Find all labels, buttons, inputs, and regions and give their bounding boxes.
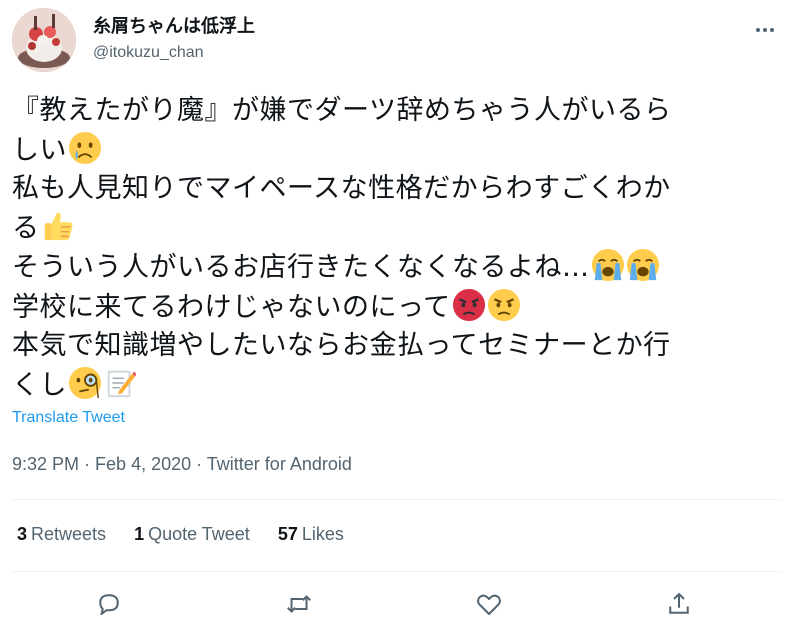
quote-tweets-stat[interactable]: 1 Quote Tweet: [134, 524, 250, 545]
crying-face-icon: [68, 131, 102, 164]
tweet-date[interactable]: Feb 4, 2020: [95, 454, 191, 474]
tweet-line: 『教えたがり魔』が嫌でダーツ辞めちゃう人がいるら: [12, 95, 672, 126]
user-handle[interactable]: @itokuzu_chan: [93, 44, 204, 62]
translate-tweet-link[interactable]: Translate Tweet: [12, 409, 125, 427]
tweet-meta: 9:32 PM · Feb 4, 2020 · Twitter for Andr…: [12, 454, 352, 474]
loudly-crying-face-icon: [591, 248, 624, 282]
tweet-time[interactable]: 9:32 PM: [12, 454, 79, 474]
angry-face-icon: [487, 288, 520, 321]
more-dots-icon[interactable]: [753, 20, 777, 40]
tweet-line: しい: [12, 131, 782, 171]
face-with-monocle-icon: [68, 366, 102, 399]
tweet-text: 『教えたがり魔』が嫌でダーツ辞めちゃう人がいるら しい 私も人見知りでマイペース…: [12, 92, 782, 405]
divider: [12, 499, 781, 500]
avatar[interactable]: [12, 8, 76, 72]
tweet-line: 学校に来てるわけじゃないのにって: [12, 288, 782, 328]
divider: [12, 571, 781, 572]
retweets-stat[interactable]: 3 Retweets: [17, 524, 106, 545]
likes-stat[interactable]: 57 Likes: [278, 524, 344, 545]
reply-icon[interactable]: [94, 589, 124, 619]
loudly-crying-face-icon: [626, 248, 659, 282]
display-name[interactable]: 糸屑ちゃんは低浮上: [93, 12, 255, 38]
tweet-line: る: [12, 209, 782, 249]
tweet-line: くし: [12, 366, 782, 406]
tweet-line: そういう人がいるお店行きたくなくなるよね…: [12, 248, 782, 288]
heart-icon[interactable]: [474, 589, 504, 619]
action-bar: [0, 589, 793, 619]
tweet-line: 私も人見知りでマイペースな性格だからわすごくわか: [12, 173, 671, 204]
retweet-icon[interactable]: [284, 589, 314, 619]
thumbs-up-icon: [44, 212, 72, 240]
tweet-stats: 3 Retweets 1 Quote Tweet 57 Likes: [17, 524, 344, 545]
avatar-image: [12, 8, 76, 72]
memo-icon: [107, 370, 137, 397]
tweet-source[interactable]: Twitter for Android: [207, 454, 352, 474]
share-icon[interactable]: [664, 589, 694, 619]
tweet-line: 本気で知識増やしたいならお金払ってセミナーとか行: [12, 330, 671, 361]
pouting-face-icon: [452, 288, 485, 321]
